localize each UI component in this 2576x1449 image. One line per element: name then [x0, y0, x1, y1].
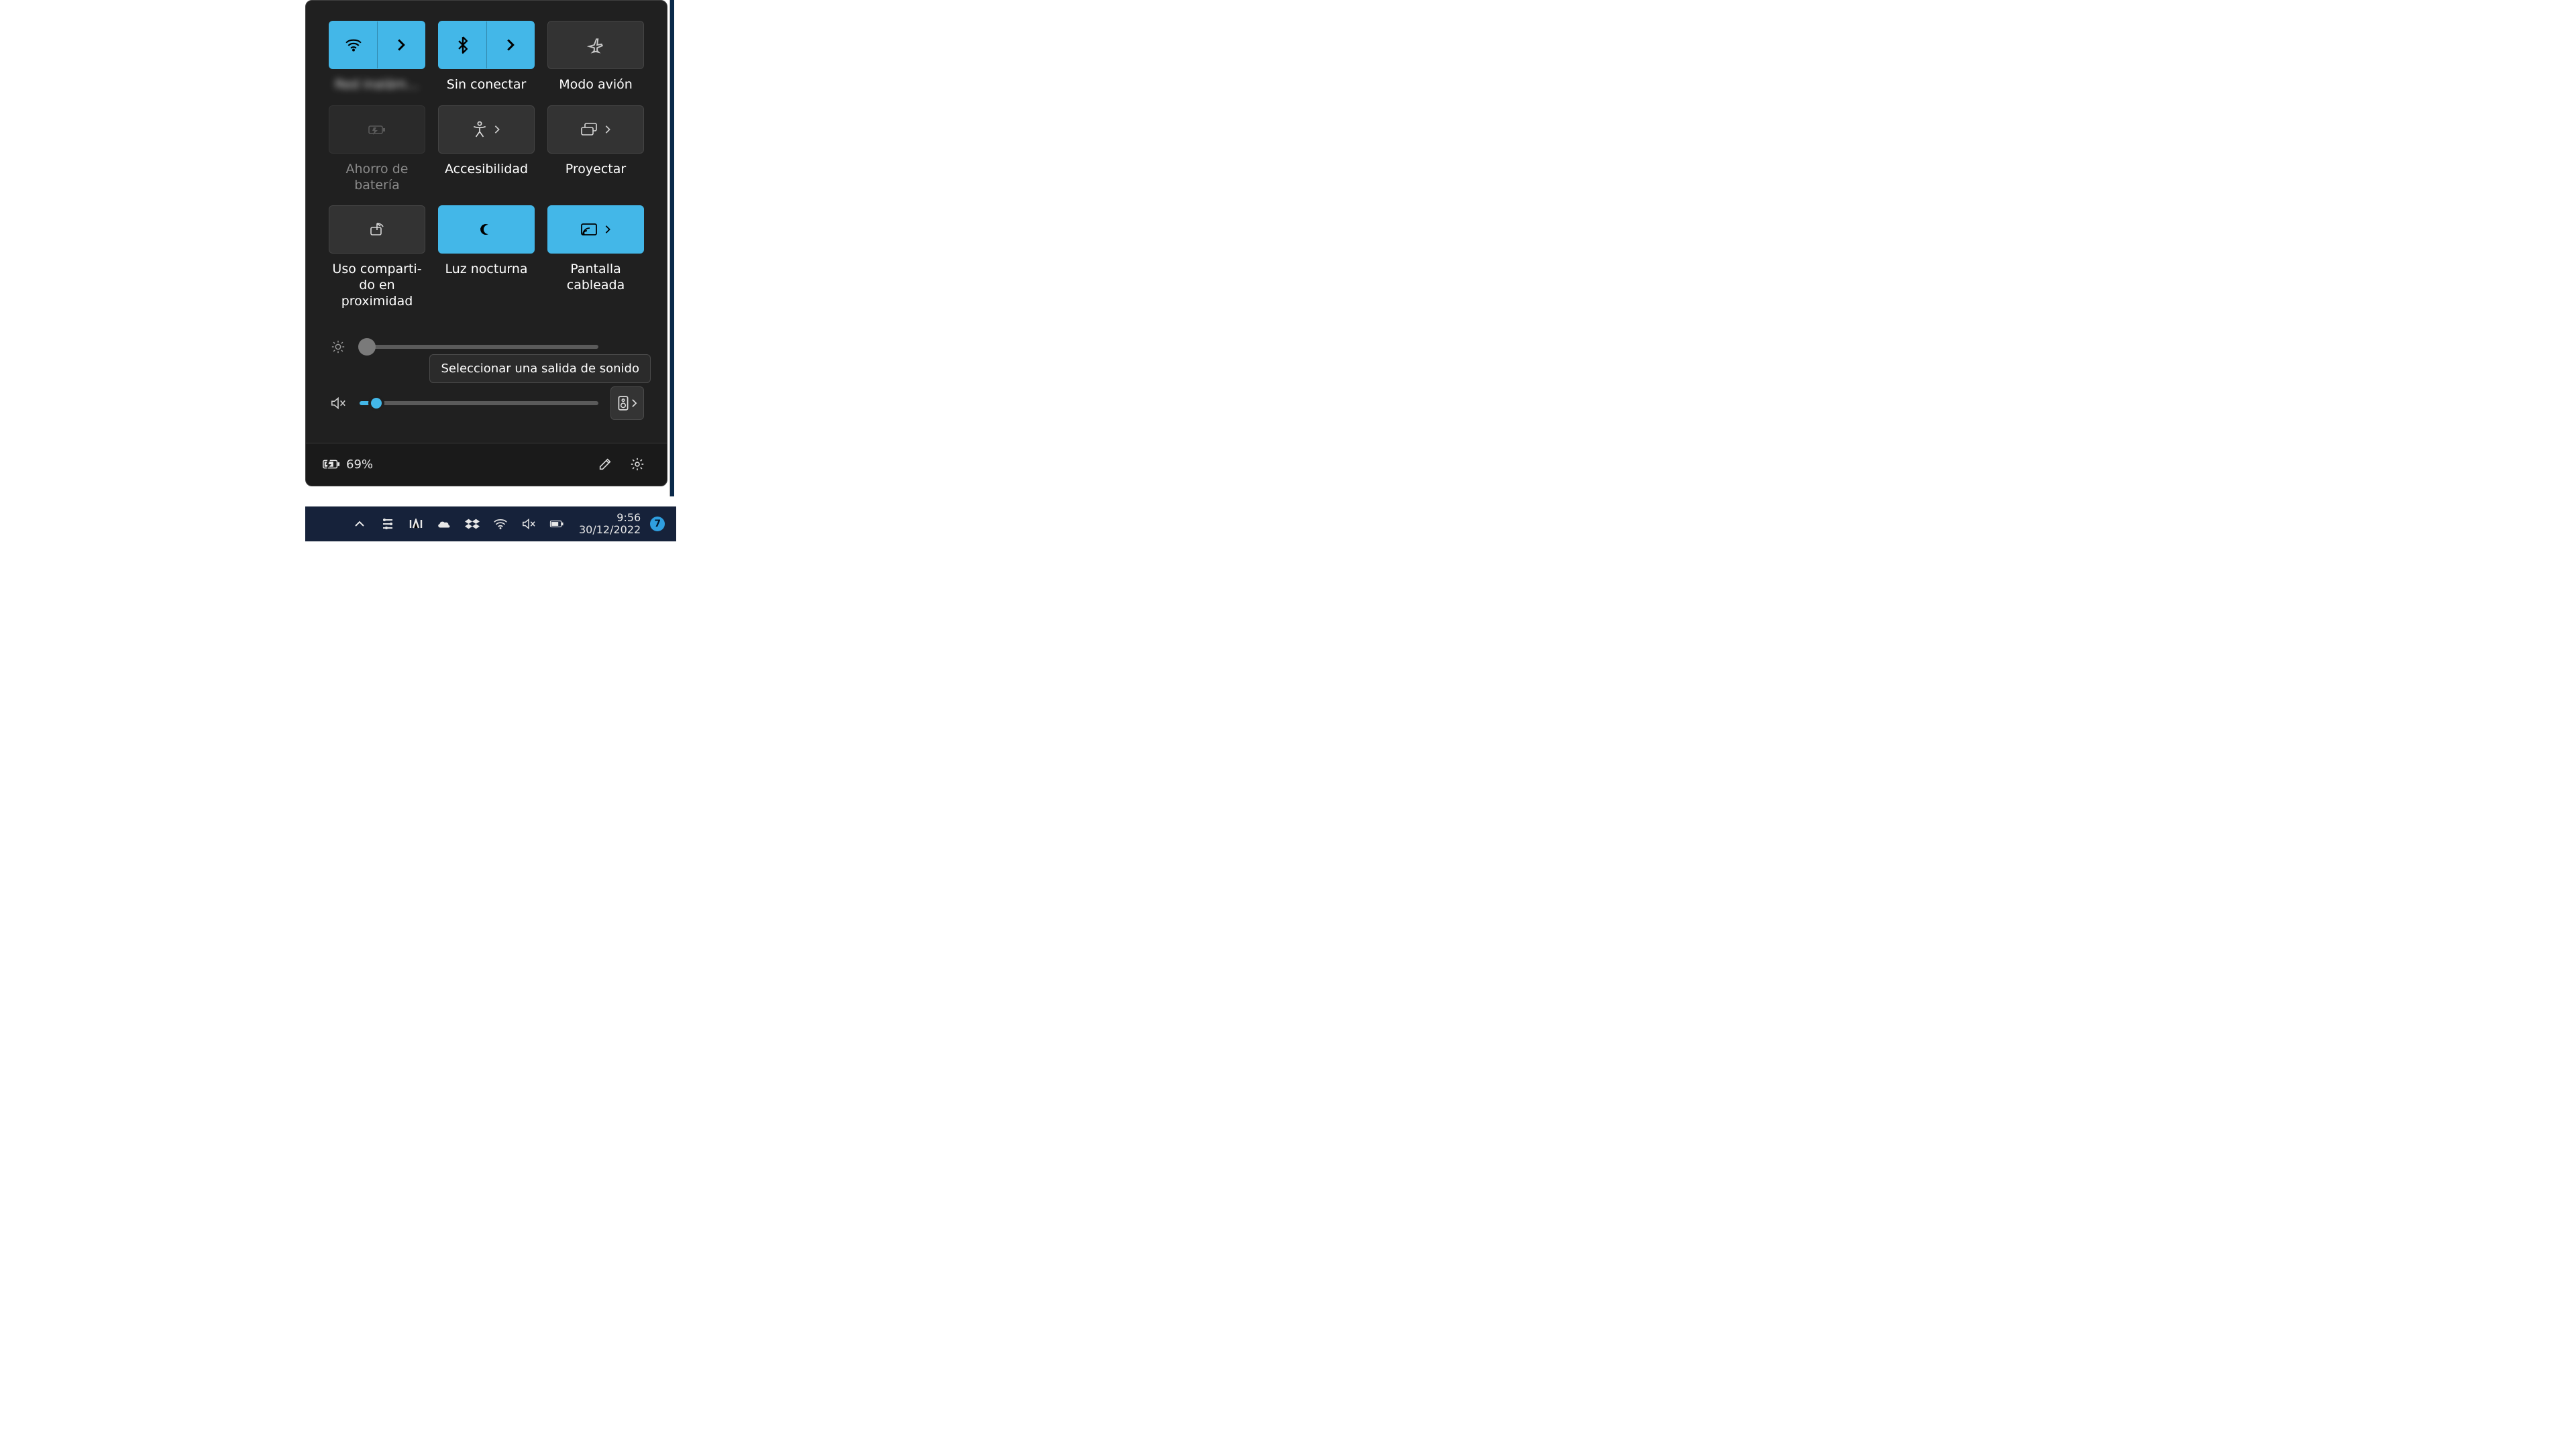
- pencil-icon: [598, 457, 612, 472]
- dropbox-tray-icon[interactable]: [465, 517, 480, 531]
- edit-quick-settings-button[interactable]: [592, 451, 619, 478]
- wifi-tile[interactable]: [329, 21, 425, 69]
- cast-icon: [580, 223, 598, 236]
- accessibility-icon: [472, 121, 487, 138]
- bluetooth-tile[interactable]: [438, 21, 535, 69]
- nearby-share-label: Uso comparti- do en proximidad: [329, 262, 425, 309]
- battery-percent-text: 69%: [346, 458, 373, 472]
- volume-slider[interactable]: [360, 401, 598, 405]
- tray-overflow-button[interactable]: [352, 517, 367, 531]
- system-tray: [352, 517, 564, 531]
- speaker-device-icon: [618, 396, 629, 411]
- project-tile[interactable]: [547, 105, 644, 154]
- flyout-footer: 69%: [306, 443, 667, 486]
- accessibility-tile[interactable]: [438, 105, 535, 154]
- notifications-count: 7: [654, 519, 661, 529]
- wifi-expand[interactable]: [377, 21, 425, 68]
- audio-output-button[interactable]: [610, 386, 644, 420]
- accessibility-label: Accesibilidad: [445, 162, 528, 178]
- project-icon: [580, 123, 598, 136]
- cast-tile[interactable]: [547, 205, 644, 254]
- chevron-right-icon: [506, 38, 515, 52]
- chevron-right-icon: [396, 38, 406, 52]
- wifi-icon: [345, 38, 362, 52]
- taskbar-date: 30/12/2022: [579, 524, 641, 536]
- volume-muted-icon[interactable]: [329, 396, 347, 411]
- chevron-right-icon: [494, 125, 500, 134]
- wifi-tile-label: Red inalám…: [335, 77, 419, 93]
- bluetooth-toggle[interactable]: [439, 21, 486, 68]
- brightness-icon: [329, 339, 347, 354]
- wifi-toggle[interactable]: [329, 21, 377, 68]
- project-label: Proyectar: [566, 162, 626, 178]
- night-light-label: Luz nocturna: [445, 262, 527, 278]
- settings-button[interactable]: [624, 451, 651, 478]
- wifi-tray-icon[interactable]: [493, 517, 508, 531]
- airplane-icon: [587, 36, 604, 54]
- quick-settings-flyout: Red inalám… Sin conectar: [305, 0, 667, 486]
- onedrive-tray-icon[interactable]: [437, 517, 451, 531]
- share-icon: [369, 222, 385, 237]
- bluetooth-icon: [458, 36, 468, 54]
- gear-icon: [630, 457, 645, 472]
- chevron-right-icon: [631, 398, 637, 408]
- notifications-badge[interactable]: 7: [650, 517, 665, 531]
- tray-app-icon-2[interactable]: [409, 517, 423, 531]
- chevron-right-icon: [604, 125, 611, 134]
- brightness-row: [329, 339, 644, 354]
- bluetooth-tile-label: Sin conectar: [447, 77, 527, 93]
- brightness-slider[interactable]: [360, 345, 598, 349]
- bluetooth-expand[interactable]: [486, 21, 534, 68]
- tray-app-icon-1[interactable]: [380, 517, 395, 531]
- taskbar-time: 9:56: [579, 512, 641, 524]
- battery-status-icon[interactable]: 69%: [322, 458, 373, 472]
- audio-output-tooltip: Seleccionar una salida de sonido: [429, 354, 651, 383]
- night-light-icon: [478, 221, 494, 237]
- airplane-mode-label: Modo avión: [559, 77, 633, 93]
- quick-settings-grid: Red inalám… Sin conectar: [329, 21, 644, 310]
- taskbar-clock[interactable]: 9:56 30/12/2022: [579, 512, 641, 537]
- volume-tray-icon[interactable]: [521, 517, 536, 531]
- night-light-tile[interactable]: [438, 205, 535, 254]
- cast-label: Pantalla cableada: [547, 262, 644, 294]
- volume-row: Seleccionar una salida de sonido: [329, 386, 644, 420]
- taskbar: 9:56 30/12/2022 7: [305, 506, 676, 541]
- battery-saver-icon: [367, 123, 387, 136]
- airplane-mode-tile[interactable]: [547, 21, 644, 69]
- chevron-right-icon: [604, 225, 611, 234]
- battery-saver-label: Ahorro de batería: [329, 162, 425, 194]
- volume-thumb[interactable]: [368, 395, 384, 411]
- battery-saver-tile: [329, 105, 425, 154]
- battery-tray-icon[interactable]: [549, 517, 564, 531]
- nearby-share-tile[interactable]: [329, 205, 425, 254]
- brightness-thumb[interactable]: [358, 338, 376, 356]
